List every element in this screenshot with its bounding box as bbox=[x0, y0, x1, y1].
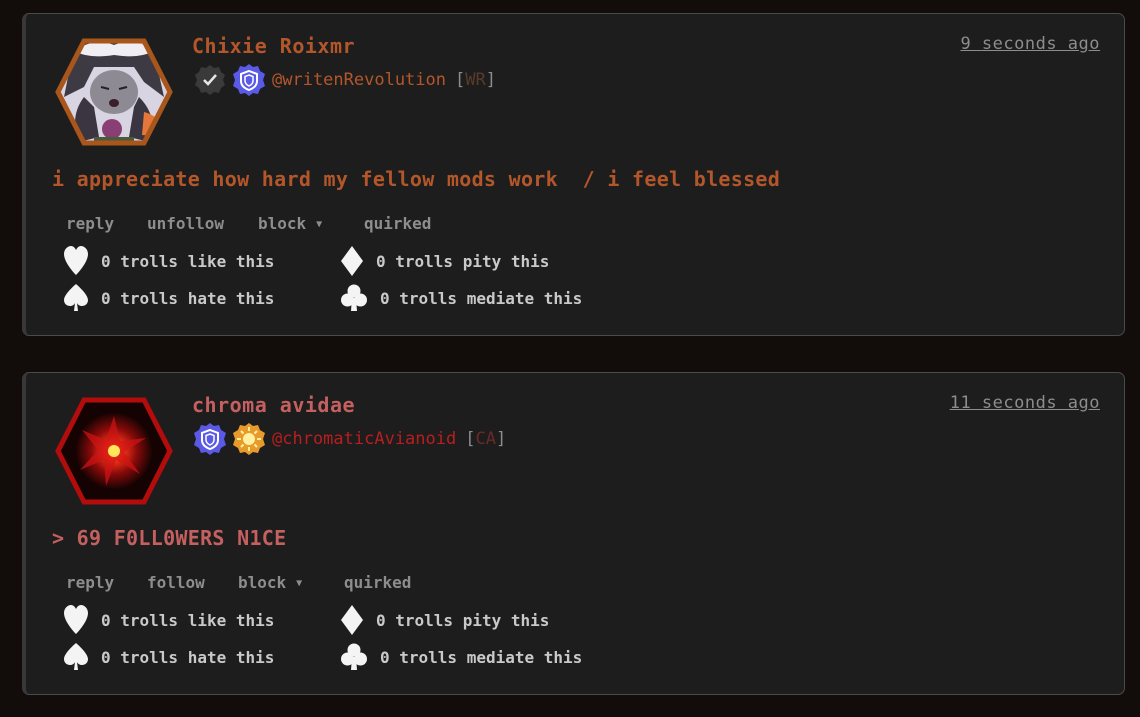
spade-icon bbox=[64, 643, 88, 670]
pity-count: 0 trolls pity this bbox=[376, 251, 550, 271]
follow-toggle-button[interactable]: unfollow bbox=[147, 214, 224, 233]
mediate-reaction[interactable]: 0 trolls mediate this bbox=[341, 643, 582, 671]
post-message: i appreciate how hard my fellow mods wor… bbox=[52, 167, 781, 191]
block-dropdown[interactable]: block ▼ bbox=[258, 214, 322, 233]
mediate-count: 0 trolls mediate this bbox=[380, 647, 583, 667]
club-icon bbox=[341, 643, 367, 670]
post-card: chroma avidae @chromaticAvianoid [CA] 11… bbox=[22, 372, 1125, 695]
avatar[interactable] bbox=[54, 396, 174, 506]
badge-row: @chromaticAvianoid [CA] bbox=[192, 421, 506, 457]
user-handle[interactable]: @chromaticAvianoid bbox=[272, 429, 456, 449]
diamond-icon bbox=[341, 246, 363, 276]
hate-reaction[interactable]: 0 trolls hate this bbox=[64, 643, 274, 671]
pity-reaction[interactable]: 0 trolls pity this bbox=[341, 605, 549, 635]
diamond-icon bbox=[341, 605, 363, 635]
timestamp-link[interactable]: 11 seconds ago bbox=[950, 393, 1100, 413]
avatar[interactable] bbox=[54, 37, 174, 147]
like-count: 0 trolls like this bbox=[101, 610, 275, 630]
mediate-count: 0 trolls mediate this bbox=[380, 288, 583, 308]
like-reaction[interactable]: 0 trolls like this bbox=[64, 246, 274, 276]
caret-down-icon: ▼ bbox=[296, 578, 303, 589]
hate-count: 0 trolls hate this bbox=[101, 288, 275, 308]
user-handle[interactable]: @writenRevolution bbox=[272, 70, 446, 90]
reply-button[interactable]: reply bbox=[66, 573, 114, 592]
shield-badge-icon bbox=[233, 64, 265, 96]
block-label: block bbox=[238, 573, 287, 592]
heart-icon bbox=[64, 246, 88, 275]
club-icon bbox=[341, 284, 367, 311]
user-tag-text: WR bbox=[465, 70, 486, 90]
user-tag-text: CA bbox=[475, 429, 496, 449]
reply-button[interactable]: reply bbox=[66, 214, 114, 233]
sun-badge-icon bbox=[233, 423, 265, 455]
hate-reaction[interactable]: 0 trolls hate this bbox=[64, 284, 274, 312]
spade-icon bbox=[64, 284, 88, 311]
block-label: block bbox=[258, 214, 307, 233]
shield-badge-icon bbox=[194, 423, 226, 455]
checkmark-badge-icon bbox=[195, 65, 225, 95]
like-reaction[interactable]: 0 trolls like this bbox=[64, 605, 274, 635]
pity-count: 0 trolls pity this bbox=[376, 610, 550, 630]
caret-down-icon: ▼ bbox=[316, 219, 323, 230]
heart-icon bbox=[64, 605, 88, 634]
user-tag: [CA] bbox=[465, 429, 507, 449]
pity-reaction[interactable]: 0 trolls pity this bbox=[341, 246, 549, 276]
mediate-reaction[interactable]: 0 trolls mediate this bbox=[341, 284, 582, 312]
quirked-toggle[interactable]: quirked bbox=[364, 214, 431, 233]
quirked-toggle[interactable]: quirked bbox=[344, 573, 411, 592]
post-message: > 69 F0LL0WERS N1CE bbox=[52, 526, 287, 550]
display-name[interactable]: chroma avidae bbox=[192, 393, 355, 417]
user-tag: [WR] bbox=[455, 70, 496, 90]
post-card: Chixie Roixmr @writenRevolution [WR] 9 s… bbox=[22, 13, 1125, 336]
like-count: 0 trolls like this bbox=[101, 251, 275, 271]
timestamp-link[interactable]: 9 seconds ago bbox=[960, 34, 1100, 54]
badge-row: @writenRevolution [WR] bbox=[192, 62, 496, 98]
display-name[interactable]: Chixie Roixmr bbox=[192, 34, 355, 58]
follow-toggle-button[interactable]: follow bbox=[147, 573, 205, 592]
hate-count: 0 trolls hate this bbox=[101, 647, 275, 667]
block-dropdown[interactable]: block ▼ bbox=[238, 573, 302, 592]
